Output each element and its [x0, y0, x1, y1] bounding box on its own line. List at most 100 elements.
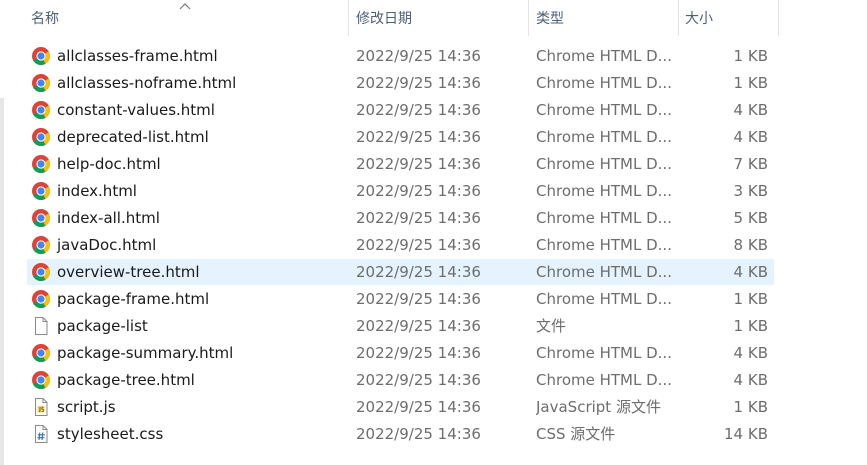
file-name: index.html [57, 182, 137, 200]
file-name: allclasses-frame.html [57, 47, 218, 65]
chrome-icon [31, 208, 51, 228]
file-type: JavaScript 源文件 [536, 398, 661, 416]
file-row[interactable]: script.js 2022/9/25 14:36 JavaScript 源文件 1 … [27, 394, 774, 420]
file-row[interactable]: allclasses-noframe.html 2022/9/25 14:36 Ch… [27, 70, 774, 96]
file-name: package-summary.html [57, 344, 234, 362]
file-row[interactable]: help-doc.html 2022/9/25 14:36 Chrome HTML … [27, 151, 774, 177]
file-size: 4 KB [733, 344, 768, 362]
file-date: 2022/9/25 14:36 [356, 317, 481, 335]
file-date: 2022/9/25 14:36 [356, 128, 481, 146]
chrome-icon [31, 100, 51, 120]
sort-ascending-icon [179, 3, 191, 10]
file-type: Chrome HTML D... [536, 128, 672, 146]
file-date: 2022/9/25 14:36 [356, 155, 481, 173]
file-name: package-list [57, 317, 148, 335]
column-header-date[interactable]: 修改日期 [356, 0, 412, 36]
file-size: 4 KB [733, 128, 768, 146]
column-divider[interactable] [528, 0, 529, 36]
file-row[interactable]: allclasses-frame.html 2022/9/25 14:36 Chro… [27, 43, 774, 69]
file-name: stylesheet.css [57, 425, 164, 443]
file-size: 5 KB [733, 209, 768, 227]
chrome-icon [31, 289, 51, 309]
file-date: 2022/9/25 14:36 [356, 74, 481, 92]
file-row[interactable]: package-tree.html 2022/9/25 14:36 Chrome H… [27, 367, 774, 393]
file-type: Chrome HTML D... [536, 209, 672, 227]
file-type: Chrome HTML D... [536, 155, 672, 173]
column-divider[interactable] [678, 0, 679, 36]
file-name: index-all.html [57, 209, 160, 227]
file-size: 3 KB [733, 182, 768, 200]
file-row[interactable]: constant-values.html 2022/9/25 14:36 Chrom… [27, 97, 774, 123]
chrome-icon [31, 46, 51, 66]
file-size: 1 KB [733, 317, 768, 335]
file-size: 4 KB [733, 101, 768, 119]
file-size: 1 KB [733, 290, 768, 308]
file-size: 1 KB [733, 398, 768, 416]
file-type: Chrome HTML D... [536, 263, 672, 281]
file-date: 2022/9/25 14:36 [356, 371, 481, 389]
left-pane-edge [0, 98, 4, 465]
file-size: 14 KB [724, 425, 768, 443]
file-row[interactable]: deprecated-list.html 2022/9/25 14:36 Chrom… [27, 124, 774, 150]
file-type: Chrome HTML D... [536, 344, 672, 362]
file-row[interactable]: overview-tree.html 2022/9/25 14:36 Chrome … [27, 259, 774, 285]
file-size: 4 KB [733, 263, 768, 281]
file-icon [31, 316, 51, 336]
chrome-icon [31, 73, 51, 93]
file-date: 2022/9/25 14:36 [356, 398, 481, 416]
chrome-icon [31, 127, 51, 147]
file-size: 1 KB [733, 47, 768, 65]
column-header-size[interactable]: 大小 [685, 0, 713, 36]
chrome-icon [31, 181, 51, 201]
file-name: package-tree.html [57, 371, 195, 389]
file-type: Chrome HTML D... [536, 47, 672, 65]
file-date: 2022/9/25 14:36 [356, 101, 481, 119]
column-header-type[interactable]: 类型 [536, 0, 564, 36]
column-divider[interactable] [778, 0, 779, 36]
file-type: 文件 [536, 317, 567, 335]
file-type: CSS 源文件 [536, 425, 616, 443]
file-row[interactable]: package-list 2022/9/25 14:36 文件 1 KB [27, 313, 774, 339]
file-size: 7 KB [733, 155, 768, 173]
file-type: Chrome HTML D... [536, 74, 672, 92]
file-row[interactable]: stylesheet.css 2022/9/25 14:36 CSS 源文件 14 K… [27, 421, 774, 447]
file-type: Chrome HTML D... [536, 236, 672, 254]
file-date: 2022/9/25 14:36 [356, 47, 481, 65]
chrome-icon [31, 262, 51, 282]
chrome-icon [31, 235, 51, 255]
file-row[interactable]: index-all.html 2022/9/25 14:36 Chrome HTML… [27, 205, 774, 231]
chrome-icon [31, 154, 51, 174]
file-date: 2022/9/25 14:36 [356, 236, 481, 254]
file-name: script.js [57, 398, 116, 416]
file-name: overview-tree.html [57, 263, 200, 281]
file-row[interactable]: index.html 2022/9/25 14:36 Chrome HTML D..… [27, 178, 774, 204]
file-name: help-doc.html [57, 155, 161, 173]
file-name: deprecated-list.html [57, 128, 209, 146]
file-type: Chrome HTML D... [536, 290, 672, 308]
file-name: package-frame.html [57, 290, 210, 308]
file-date: 2022/9/25 14:36 [356, 290, 481, 308]
css-file-icon [31, 424, 51, 444]
file-size: 4 KB [733, 371, 768, 389]
file-name: allclasses-noframe.html [57, 74, 237, 92]
js-file-icon [31, 397, 51, 417]
column-header-name[interactable]: 名称 [31, 0, 59, 36]
file-date: 2022/9/25 14:36 [356, 263, 481, 281]
file-row[interactable]: package-summary.html 2022/9/25 14:36 Chrom… [27, 340, 774, 366]
file-row[interactable]: package-frame.html 2022/9/25 14:36 Chrome … [27, 286, 774, 312]
file-size: 1 KB [733, 74, 768, 92]
file-name: constant-values.html [57, 101, 215, 119]
chrome-icon [31, 370, 51, 390]
column-header: 名称 修改日期 类型 大小 [0, 0, 779, 36]
file-date: 2022/9/25 14:36 [356, 182, 481, 200]
file-date: 2022/9/25 14:36 [356, 344, 481, 362]
file-row[interactable]: javaDoc.html 2022/9/25 14:36 Chrome HTML D… [27, 232, 774, 258]
file-type: Chrome HTML D... [536, 101, 672, 119]
file-date: 2022/9/25 14:36 [356, 425, 481, 443]
file-date: 2022/9/25 14:36 [356, 209, 481, 227]
file-size: 8 KB [733, 236, 768, 254]
chrome-icon [31, 343, 51, 363]
file-name: javaDoc.html [57, 236, 157, 254]
column-divider[interactable] [348, 0, 349, 36]
file-type: Chrome HTML D... [536, 182, 672, 200]
